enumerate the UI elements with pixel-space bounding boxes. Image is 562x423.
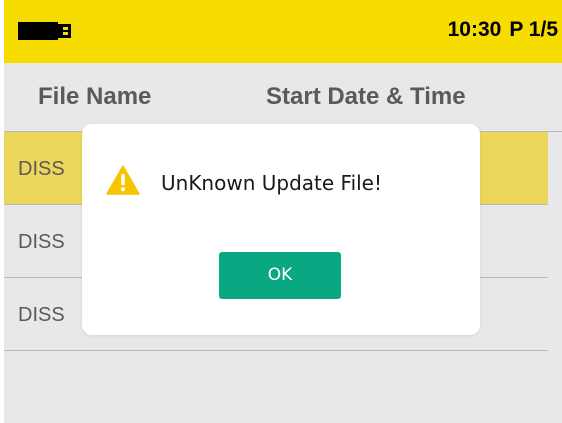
table-row[interactable] bbox=[4, 351, 548, 423]
column-header-file-name: File Name bbox=[38, 83, 152, 110]
column-header-start-date-time: Start Date & Time bbox=[266, 83, 466, 110]
clock-time: 10:30 bbox=[447, 18, 502, 41]
warning-icon bbox=[106, 165, 140, 195]
dialog-message: UnKnown Update File! bbox=[161, 171, 383, 195]
ok-button[interactable]: OK bbox=[219, 252, 341, 299]
alert-dialog: UnKnown Update File! OK bbox=[82, 124, 480, 335]
file-name-cell: DISS bbox=[18, 158, 65, 180]
status-bar: 10:30 P 1/5 bbox=[4, 0, 562, 63]
file-name-cell: DISS bbox=[18, 304, 65, 326]
status-readout: 10:30 P 1/5 bbox=[448, 18, 558, 42]
table-header: File Name Start Date & Time bbox=[4, 63, 562, 132]
device-screen: 10:30 P 1/5 File Name Start Date & Time D… bbox=[4, 0, 562, 423]
page-indicator: P 1/5 bbox=[509, 18, 558, 41]
file-name-cell: DISS bbox=[18, 231, 65, 253]
usb-drive-icon bbox=[18, 22, 71, 40]
